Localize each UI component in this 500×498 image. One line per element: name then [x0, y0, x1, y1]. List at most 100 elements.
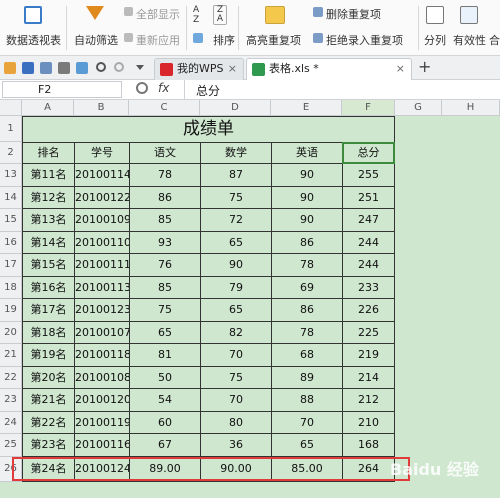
- header-cell-chinese[interactable]: 语文: [129, 142, 200, 164]
- total-score-cell[interactable]: 212: [342, 389, 395, 412]
- student-id-cell[interactable]: 20100110: [74, 231, 129, 254]
- row-header[interactable]: 15: [0, 209, 22, 232]
- student-id-cell[interactable]: 20100120: [74, 389, 129, 412]
- header-cell-rank[interactable]: 排名: [22, 142, 74, 164]
- chinese-score-cell[interactable]: 85: [129, 276, 200, 299]
- column-header-h[interactable]: H: [442, 100, 500, 116]
- chinese-score-cell[interactable]: 67: [129, 434, 200, 457]
- row-header[interactable]: 24: [0, 411, 22, 434]
- row-header[interactable]: 19: [0, 299, 22, 322]
- close-icon[interactable]: ×: [228, 59, 237, 79]
- math-score-cell[interactable]: 80: [200, 411, 271, 434]
- english-score-cell[interactable]: 65: [271, 434, 342, 457]
- row-header[interactable]: 13: [0, 164, 22, 187]
- rank-cell[interactable]: 第12名: [22, 186, 74, 209]
- reject-duplicates-button[interactable]: 拒绝录入重复项: [326, 32, 403, 48]
- math-score-cell[interactable]: 87: [200, 164, 271, 187]
- english-score-cell[interactable]: 68: [271, 344, 342, 367]
- redo-icon[interactable]: [114, 62, 124, 72]
- rank-cell[interactable]: 第22名: [22, 411, 74, 434]
- split-column-button[interactable]: 分列: [424, 32, 446, 48]
- split-column-icon[interactable]: [426, 6, 444, 24]
- total-score-cell[interactable]: 255: [342, 164, 395, 187]
- student-id-cell[interactable]: 20100111: [74, 254, 129, 277]
- student-id-cell[interactable]: 20100116: [74, 434, 129, 457]
- total-score-cell[interactable]: 233: [342, 276, 395, 299]
- header-cell-math[interactable]: 数学: [200, 142, 271, 164]
- student-id-cell[interactable]: 20100123: [74, 299, 129, 322]
- total-score-cell[interactable]: 225: [342, 321, 395, 344]
- validity-icon[interactable]: [460, 6, 478, 24]
- pivot-table-icon[interactable]: [24, 6, 42, 24]
- dropdown-arrow-icon[interactable]: [136, 65, 144, 70]
- math-score-cell[interactable]: 70: [200, 344, 271, 367]
- chinese-score-cell[interactable]: 78: [129, 164, 200, 187]
- header-cell-id[interactable]: 学号: [74, 142, 129, 164]
- open-folder-icon[interactable]: [4, 62, 16, 74]
- new-tab-icon[interactable]: +: [418, 56, 431, 78]
- header-cell-total[interactable]: 总分: [342, 142, 395, 164]
- total-score-cell[interactable]: 244: [342, 254, 395, 277]
- student-id-cell[interactable]: 20100114: [74, 164, 129, 187]
- total-score-cell[interactable]: 226: [342, 299, 395, 322]
- chinese-score-cell[interactable]: 65: [129, 321, 200, 344]
- rank-cell[interactable]: 第11名: [22, 164, 74, 187]
- sort-button[interactable]: 排序: [213, 32, 235, 48]
- chinese-score-cell[interactable]: 76: [129, 254, 200, 277]
- row-header[interactable]: 1: [0, 116, 22, 142]
- total-score-cell[interactable]: 244: [342, 231, 395, 254]
- sheet-title[interactable]: 成绩单: [22, 116, 395, 142]
- validity-button[interactable]: 有效性: [453, 32, 486, 48]
- math-score-cell[interactable]: 90: [200, 254, 271, 277]
- row-header[interactable]: 18: [0, 276, 22, 299]
- formula-input[interactable]: 总分: [196, 82, 220, 99]
- chinese-score-cell[interactable]: 50: [129, 366, 200, 389]
- total-score-cell[interactable]: 247: [342, 209, 395, 232]
- header-cell-english[interactable]: 英语: [271, 142, 342, 164]
- student-id-cell[interactable]: 20100108: [74, 366, 129, 389]
- print-icon[interactable]: [58, 62, 70, 74]
- rank-cell[interactable]: 第20名: [22, 366, 74, 389]
- rank-cell[interactable]: 第19名: [22, 344, 74, 367]
- sort-za-icon[interactable]: ZA: [213, 5, 227, 25]
- student-id-cell[interactable]: 20100118: [74, 344, 129, 367]
- row-header[interactable]: 21: [0, 344, 22, 367]
- column-header-f[interactable]: F: [342, 100, 395, 116]
- math-score-cell[interactable]: 75: [200, 366, 271, 389]
- spreadsheet-grid[interactable]: A B C D E F G H 1 成绩单 2 排名 学号 语文 数学 英语 总…: [0, 100, 500, 498]
- total-score-cell[interactable]: 210: [342, 411, 395, 434]
- english-score-cell[interactable]: 69: [271, 276, 342, 299]
- row-header[interactable]: 23: [0, 389, 22, 412]
- row-header[interactable]: 14: [0, 186, 22, 209]
- math-score-cell[interactable]: 72: [200, 209, 271, 232]
- undo-icon[interactable]: [96, 62, 106, 72]
- chinese-score-cell[interactable]: 54: [129, 389, 200, 412]
- column-header-d[interactable]: D: [200, 100, 271, 116]
- rank-cell[interactable]: 第15名: [22, 254, 74, 277]
- total-score-cell[interactable]: 214: [342, 366, 395, 389]
- remove-duplicates-button[interactable]: 删除重复项: [326, 6, 381, 22]
- math-score-cell[interactable]: 36: [200, 434, 271, 457]
- student-id-cell[interactable]: 20100122: [74, 186, 129, 209]
- english-score-cell[interactable]: 89: [271, 366, 342, 389]
- student-id-cell[interactable]: 20100113: [74, 276, 129, 299]
- name-box[interactable]: F2: [2, 81, 122, 98]
- export-icon[interactable]: [76, 62, 88, 74]
- english-score-cell[interactable]: 90: [271, 164, 342, 187]
- math-score-cell[interactable]: 70: [200, 389, 271, 412]
- fx-button[interactable]: fx: [158, 81, 169, 95]
- merge-button[interactable]: 合: [489, 32, 500, 48]
- row-header[interactable]: 22: [0, 366, 22, 389]
- highlight-duplicates-icon[interactable]: [265, 6, 285, 24]
- column-header-e[interactable]: E: [271, 100, 342, 116]
- english-score-cell[interactable]: 70: [271, 411, 342, 434]
- chinese-score-cell[interactable]: 60: [129, 411, 200, 434]
- filter-icon[interactable]: [86, 6, 104, 20]
- reapply-button[interactable]: 重新应用: [136, 32, 180, 48]
- math-score-cell[interactable]: 79: [200, 276, 271, 299]
- rank-cell[interactable]: 第16名: [22, 276, 74, 299]
- zoom-icon[interactable]: [136, 82, 148, 94]
- chinese-score-cell[interactable]: 75: [129, 299, 200, 322]
- student-id-cell[interactable]: 20100109: [74, 209, 129, 232]
- pivot-table-button[interactable]: 数据透视表: [6, 32, 61, 48]
